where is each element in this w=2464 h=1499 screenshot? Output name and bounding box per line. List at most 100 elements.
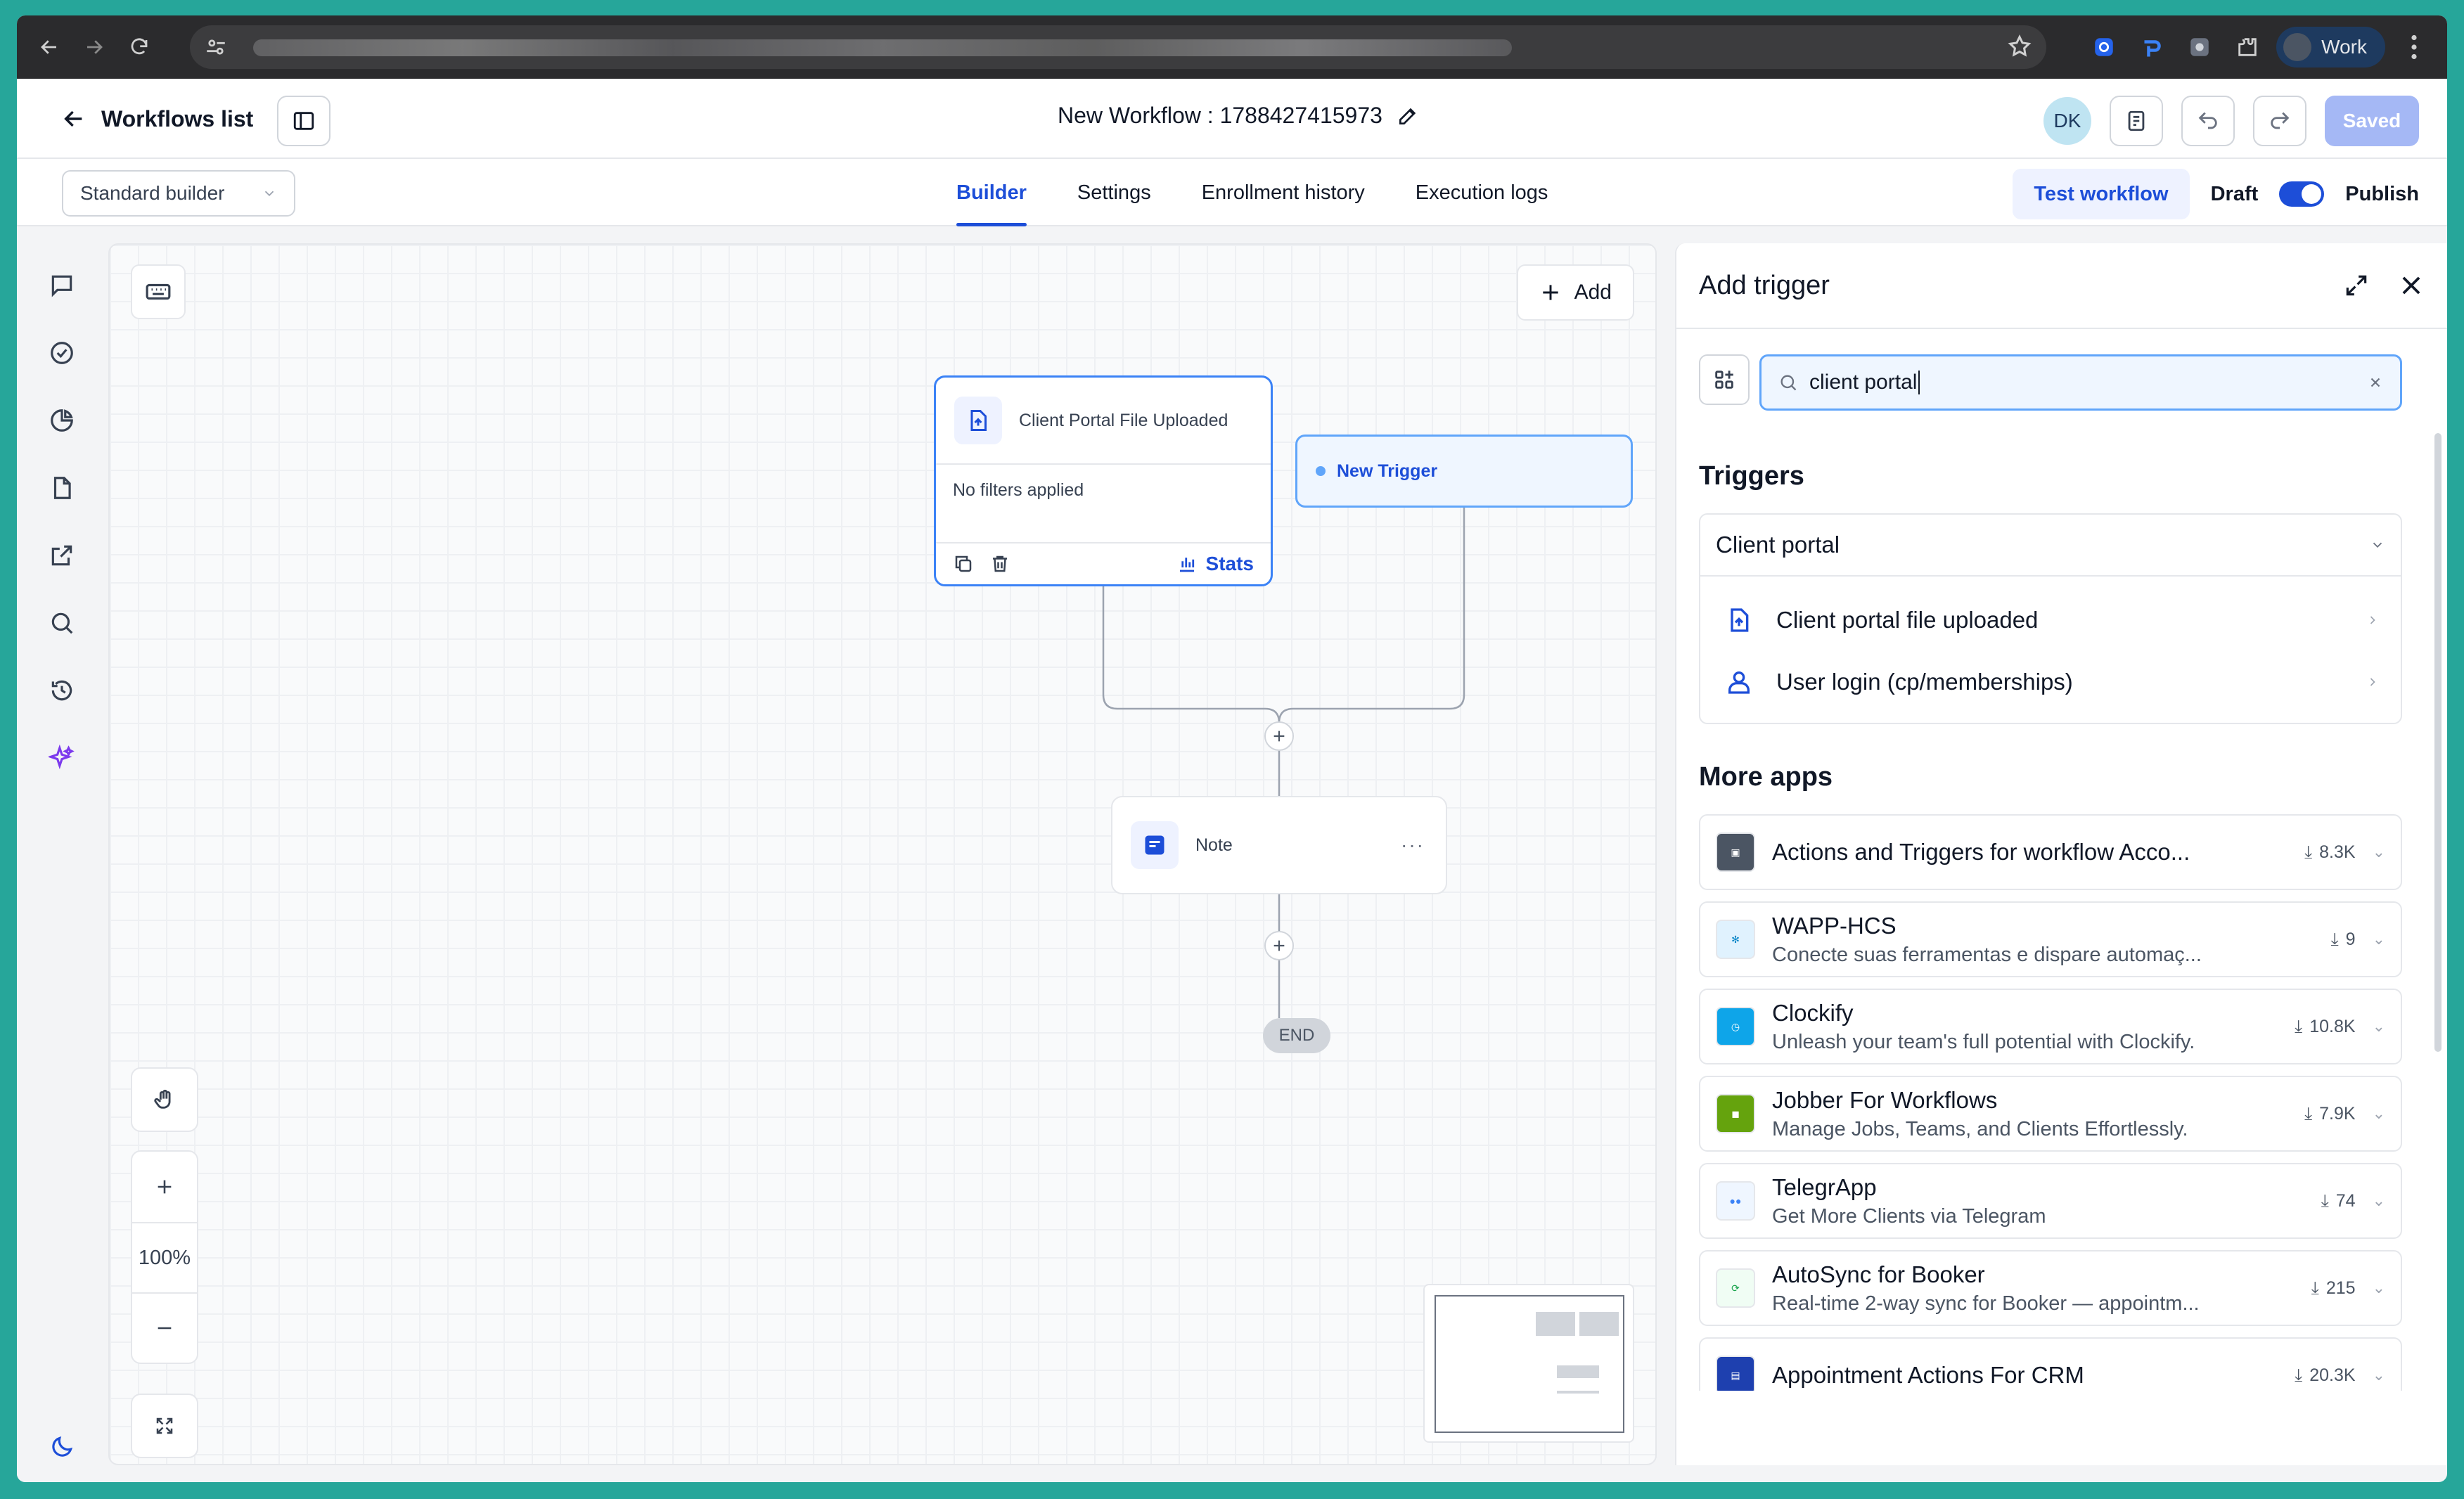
- clear-search-icon[interactable]: [2368, 375, 2383, 390]
- zoom-in-button[interactable]: [132, 1152, 197, 1222]
- pan-hand-button[interactable]: [132, 1069, 197, 1131]
- user-avatar[interactable]: DK: [2043, 97, 2091, 145]
- fit-view-group: [131, 1394, 198, 1458]
- note-label: Note: [1195, 835, 1233, 855]
- sidebar-toggle-button[interactable]: [277, 96, 331, 146]
- builder-type-select[interactable]: Standard builder: [62, 170, 295, 217]
- trigger-node[interactable]: Client Portal File Uploaded No filters a…: [934, 375, 1273, 586]
- app-card[interactable]: ▣ Actions and Triggers for workflow Acco…: [1699, 814, 2402, 890]
- extensions-puzzle-icon[interactable]: [2228, 28, 2266, 66]
- bookmark-star-icon[interactable]: [2007, 34, 2032, 63]
- add-trigger-panel: Add trigger client portal Triggers Clien…: [1675, 243, 2447, 1465]
- search-input[interactable]: client portal: [1759, 354, 2402, 411]
- chevron-right-icon: [2370, 616, 2375, 624]
- publish-toggle[interactable]: [2279, 181, 2325, 207]
- notes-button[interactable]: [2110, 96, 2163, 146]
- trigger-item-user-login[interactable]: User login (cp/memberships): [1700, 651, 2401, 713]
- profile-label: Work: [2321, 36, 2367, 58]
- new-trigger-label: New Trigger: [1337, 461, 1438, 481]
- add-step-button[interactable]: [1264, 931, 1294, 960]
- edit-pencil-icon[interactable]: [1397, 105, 1419, 127]
- tab-builder[interactable]: Builder: [931, 159, 1052, 226]
- check-circle-icon[interactable]: [45, 336, 79, 370]
- test-workflow-button[interactable]: Test workflow: [2013, 169, 2190, 219]
- browser-menu-icon[interactable]: [2395, 28, 2433, 66]
- more-options-icon[interactable]: ···: [1401, 834, 1425, 856]
- note-node[interactable]: Note ···: [1111, 796, 1447, 894]
- fit-view-button[interactable]: [132, 1395, 197, 1457]
- stats-button[interactable]: Stats: [1176, 553, 1254, 575]
- back-to-workflows-link[interactable]: Workflows list: [62, 98, 253, 139]
- chevron-down-icon: [2373, 542, 2382, 548]
- app-card[interactable]: ●● TelegrApp Get More Clients via Telegra…: [1699, 1163, 2402, 1239]
- browser-reload-icon[interactable]: [117, 25, 162, 70]
- app-logo: ●●: [1716, 1181, 1755, 1221]
- minimap-viewport: [1435, 1295, 1624, 1433]
- trigger-item-file-uploaded[interactable]: Client portal file uploaded: [1700, 589, 2401, 651]
- app-card[interactable]: ◷ Clockify Unleash your team's full poten…: [1699, 989, 2402, 1064]
- pie-chart-icon[interactable]: [45, 404, 79, 437]
- workflow-title-text: New Workflow : 1788427415973: [1058, 103, 1382, 128]
- site-settings-icon[interactable]: [204, 35, 228, 63]
- ai-sparkle-icon[interactable]: [45, 741, 79, 775]
- browser-forward-icon[interactable]: [72, 25, 117, 70]
- address-bar[interactable]: [190, 25, 2046, 69]
- undo-button[interactable]: [2181, 96, 2235, 146]
- undo-icon: [2198, 112, 2217, 129]
- expand-panel-icon[interactable]: [2343, 272, 2370, 299]
- search-icon[interactable]: [45, 606, 79, 640]
- app-card[interactable]: ⟳ AutoSync for Booker Real-time 2-way syn…: [1699, 1250, 2402, 1326]
- group-name: Client portal: [1716, 532, 1840, 558]
- add-step-button[interactable]: [1264, 721, 1294, 751]
- chevron-down-icon: ⌄: [2372, 1366, 2385, 1384]
- minus-icon: [158, 1327, 172, 1330]
- triggers-heading: Triggers: [1699, 461, 1804, 491]
- saved-button[interactable]: Saved: [2325, 96, 2419, 146]
- tab-settings[interactable]: Settings: [1052, 159, 1176, 226]
- app-card[interactable]: ▤ Appointment Actions For CRM ⤓ 20.3K ⌄: [1699, 1337, 2402, 1391]
- external-link-icon[interactable]: [45, 539, 79, 572]
- search-icon: [1780, 375, 1797, 391]
- app-logo: ▤: [1716, 1356, 1755, 1391]
- profile-avatar: [2283, 33, 2312, 61]
- comment-icon[interactable]: [45, 269, 79, 302]
- file-icon[interactable]: [45, 471, 79, 505]
- workflow-canvas[interactable]: Add Client Portal File Uploaded No filte…: [108, 243, 1657, 1465]
- download-icon: ⤓: [2330, 929, 2339, 949]
- trash-icon[interactable]: [989, 553, 1010, 574]
- app-name: Clockify: [1772, 999, 1854, 1026]
- panel-scrollbar[interactable]: [2434, 433, 2441, 1052]
- app-installs: 215: [2325, 1278, 2356, 1298]
- group-header[interactable]: Client portal: [1700, 515, 2401, 577]
- workflow-toolbar: Standard builder Builder Settings Enroll…: [17, 159, 2447, 226]
- minimap[interactable]: [1423, 1284, 1634, 1443]
- tab-execution-logs[interactable]: Execution logs: [1390, 159, 1574, 226]
- redo-button[interactable]: [2253, 96, 2306, 146]
- trigger-node-filters: No filters applied: [953, 480, 1084, 500]
- history-icon[interactable]: [45, 674, 79, 707]
- arrow-left-icon: [64, 110, 82, 127]
- zoom-out-button[interactable]: [132, 1292, 197, 1363]
- app-installs: 9: [2345, 929, 2356, 949]
- dark-mode-moon-icon[interactable]: [45, 1430, 79, 1464]
- copy-icon[interactable]: [953, 553, 974, 574]
- plus-icon: [1273, 940, 1285, 951]
- extension-logo-icon[interactable]: [2133, 28, 2171, 66]
- search-value: client portal: [1809, 371, 1918, 394]
- app-window: Work Workflows list New Workflow : 17884…: [17, 15, 2447, 1482]
- app-desc: Real-time 2-way sync for Booker — appoin…: [1772, 1292, 2200, 1315]
- tab-enrollment-history[interactable]: Enrollment history: [1176, 159, 1390, 226]
- download-icon: ⤓: [2311, 1278, 2319, 1298]
- grid-icon: [1715, 371, 1733, 389]
- category-grid-button[interactable]: [1699, 354, 1750, 405]
- app-header: Workflows list New Workflow : 1788427415…: [17, 79, 2447, 159]
- app-card[interactable]: ◼ Jobber For Workflows Manage Jobs, Teams…: [1699, 1076, 2402, 1152]
- browser-back-icon[interactable]: [27, 25, 72, 70]
- new-trigger-node[interactable]: New Trigger: [1295, 435, 1633, 508]
- extension-puzzle-gray-icon[interactable]: [2181, 28, 2219, 66]
- app-card[interactable]: ✻ WAPP-HCS Conecte suas ferramentas e dis…: [1699, 901, 2402, 977]
- profile-chip[interactable]: Work: [2276, 27, 2385, 67]
- close-icon[interactable]: [2398, 272, 2425, 299]
- back-label: Workflows list: [101, 105, 254, 131]
- extension-gear-icon[interactable]: [2085, 28, 2123, 66]
